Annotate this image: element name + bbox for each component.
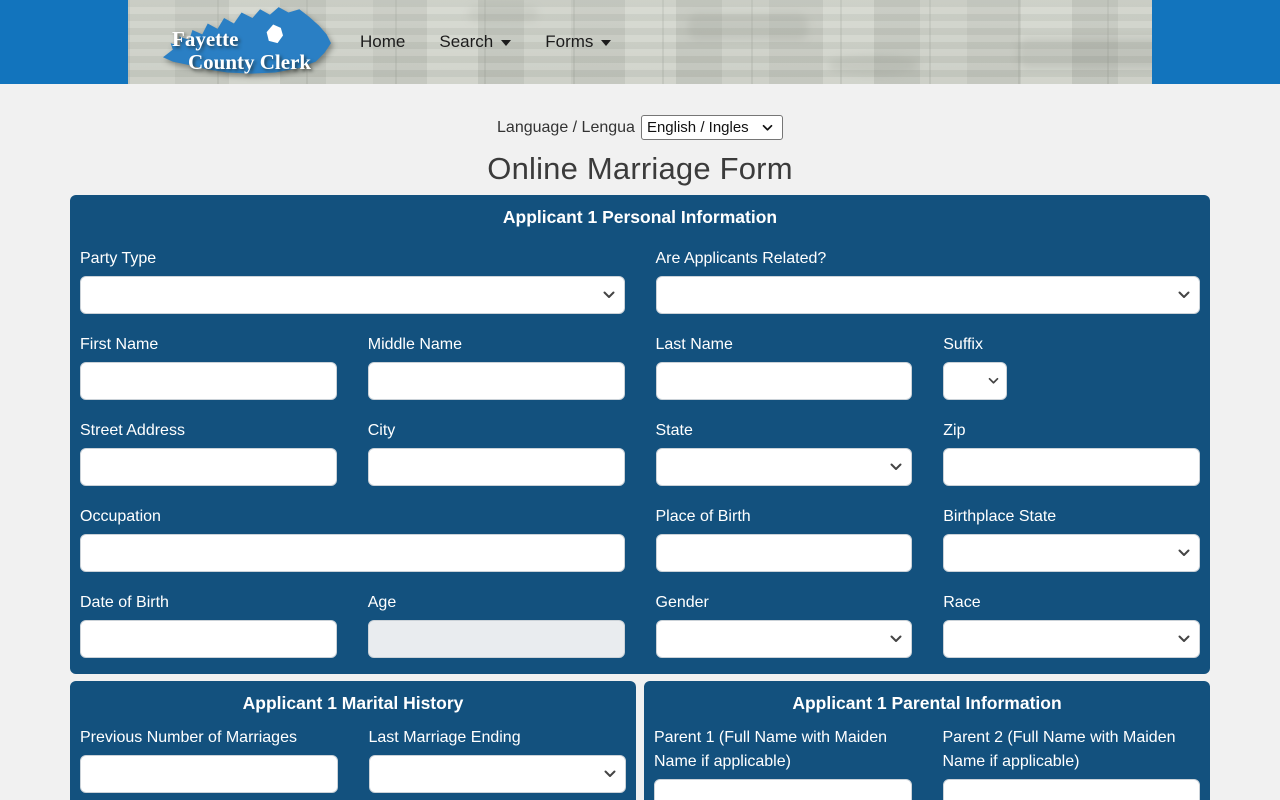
last-marriage-ending-field: Last Marriage Ending [368,726,626,793]
page-title: Online Marriage Form [487,151,793,186]
nav-forms-label: Forms [545,32,594,51]
occupation-input[interactable] [80,534,625,572]
are-applicants-related-field: Are Applicants Related? [655,247,1200,314]
age-input [367,620,625,658]
previous-marriages-field: Previous Number of Marriages [80,726,338,793]
street-address-field: Street Address [80,419,337,486]
background-texture [828,55,918,75]
caret-down-icon [501,40,512,46]
language-select[interactable]: English / Ingles [640,115,783,140]
place-of-birth-label: Place of Birth [655,508,751,525]
middle-name-input[interactable] [367,362,625,400]
parent1-field: Parent 1 (Full Name with Maiden Name if … [654,726,912,800]
date-of-birth-input[interactable] [80,620,337,658]
zip-field: Zip [943,419,1200,486]
previous-marriages-label: Previous Number of Marriages [80,729,297,746]
party-type-label: Party Type [80,250,157,267]
parent2-input[interactable] [942,779,1200,800]
state-label: State [655,422,693,439]
are-applicants-related-label: Are Applicants Related? [655,250,827,267]
language-row: Language / Lengua English / Ingles [0,115,1280,140]
background-texture [688,14,808,40]
city-input[interactable] [367,448,625,486]
gender-select[interactable] [655,620,913,658]
logo-line2: County Clerk [188,50,312,74]
race-field: Race [943,591,1200,658]
birthplace-state-label: Birthplace State [943,508,1057,525]
last-name-label: Last Name [655,336,733,353]
personal-information-title: Applicant 1 Personal Information [502,207,778,227]
last-marriage-ending-label: Last Marriage Ending [368,729,521,746]
marital-history-title: Applicant 1 Marital History [242,693,464,713]
logo-line1: Fayette [172,27,239,51]
state-select[interactable] [655,448,913,486]
street-address-input[interactable] [80,448,337,486]
party-type-select[interactable] [80,276,625,314]
parental-information-card: Applicant 1 Parental Information Parent … [644,681,1210,800]
logo-text: Fayette County Clerk [172,28,311,74]
nav-item-forms[interactable]: Forms [545,32,612,52]
first-name-input[interactable] [80,362,337,400]
last-name-field: Last Name [655,333,913,400]
age-field: Age [367,591,625,658]
zip-input[interactable] [943,448,1200,486]
birthplace-state-field: Birthplace State [943,505,1200,572]
main-nav: Home Search Forms [360,32,612,52]
parental-information-title: Applicant 1 Parental Information [792,693,1062,713]
age-label: Age [367,594,397,611]
middle-name-field: Middle Name [367,333,625,400]
nav-item-search[interactable]: Search [439,32,512,52]
street-address-label: Street Address [80,422,185,439]
marital-history-card: Applicant 1 Marital History Previous Num… [70,681,636,800]
header-band: Fayette County Clerk Home Search Forms [0,0,1280,84]
nav-search-label: Search [439,32,494,51]
city-label: City [367,422,396,439]
language-label: Language / Lengua [497,118,635,136]
caret-down-icon [601,40,612,46]
last-name-input[interactable] [655,362,913,400]
place-of-birth-input[interactable] [655,534,913,572]
suffix-field: Suffix [943,333,1200,400]
parent2-label: Parent 2 (Full Name with Maiden Name if … [942,729,1176,770]
date-of-birth-label: Date of Birth [80,594,169,611]
date-of-birth-field: Date of Birth [80,591,337,658]
middle-name-label: Middle Name [367,336,463,353]
occupation-label: Occupation [80,508,161,525]
city-field: City [367,419,625,486]
birthplace-state-select[interactable] [943,534,1200,572]
personal-information-card: Applicant 1 Personal Information Party T… [70,195,1210,674]
zip-label: Zip [943,422,966,439]
state-field: State [655,419,913,486]
parent1-input[interactable] [654,779,912,800]
previous-marriages-input[interactable] [80,755,338,793]
first-name-label: First Name [80,336,159,353]
race-select[interactable] [943,620,1200,658]
occupation-field: Occupation [80,505,625,572]
race-label: Race [943,594,981,611]
gender-label: Gender [655,594,709,611]
parent1-label: Parent 1 (Full Name with Maiden Name if … [654,729,887,770]
first-name-field: First Name [80,333,337,400]
suffix-label: Suffix [943,336,983,353]
gender-field: Gender [655,591,913,658]
place-of-birth-field: Place of Birth [655,505,913,572]
nav-item-home[interactable]: Home [360,32,405,52]
header-background-photo: Fayette County Clerk Home Search Forms [128,0,1152,84]
county-clerk-logo[interactable]: Fayette County Clerk [154,4,340,80]
last-marriage-ending-select[interactable] [368,755,626,793]
party-type-field: Party Type [80,247,625,314]
parent2-field: Parent 2 (Full Name with Maiden Name if … [942,726,1200,800]
background-texture [1018,38,1152,68]
suffix-select[interactable] [943,362,1008,400]
background-texture [468,6,538,22]
nav-home-label: Home [360,32,406,51]
are-applicants-related-select[interactable] [655,276,1200,314]
